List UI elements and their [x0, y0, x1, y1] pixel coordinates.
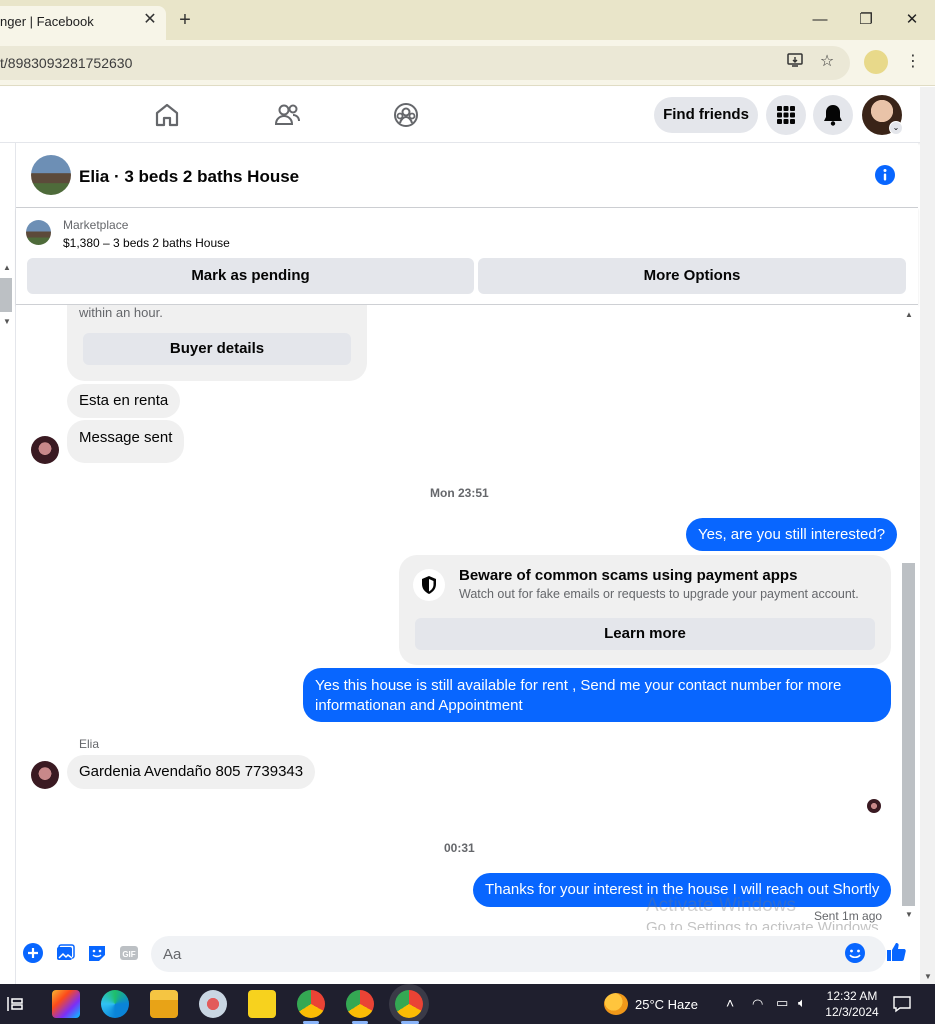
clock-time: 12:32 AM: [826, 989, 878, 1003]
chevron-up-icon[interactable]: ˄: [726, 995, 734, 1011]
scroll-down-icon[interactable]: ▼: [902, 910, 916, 920]
install-app-icon[interactable]: [784, 51, 806, 73]
new-tab-icon[interactable]: +: [174, 9, 196, 31]
buyer-info-card: within an hour. Buyer details: [67, 305, 367, 381]
weather-text[interactable]: 25°C Haze: [635, 997, 698, 1012]
sender-name: Elia: [79, 737, 100, 751]
message-composer: GIF: [16, 930, 918, 984]
sticky-notes-icon[interactable]: [248, 990, 276, 1018]
learn-more-button[interactable]: Learn more: [415, 618, 875, 650]
conversation-avatar[interactable]: [31, 155, 71, 195]
sender-avatar[interactable]: [31, 436, 59, 464]
sent-status: Sent 1m ago: [814, 909, 883, 923]
sticker-icon[interactable]: [86, 942, 108, 964]
info-icon[interactable]: [874, 164, 896, 186]
sender-avatar[interactable]: [31, 761, 59, 789]
scroll-up-icon[interactable]: ▲: [902, 310, 916, 320]
marketplace-label: Marketplace: [63, 218, 129, 232]
home-icon[interactable]: [153, 101, 181, 129]
emoji-icon[interactable]: [844, 942, 866, 964]
buyer-details-button[interactable]: Buyer details: [83, 333, 351, 365]
scam-warning-title: Beware of common scams using payment app…: [459, 567, 798, 584]
shield-icon: [413, 569, 445, 601]
find-friends-button[interactable]: Find friends: [654, 97, 758, 133]
browser-profile-icon[interactable]: [864, 50, 888, 74]
chat-scrollbar-thumb[interactable]: [902, 563, 915, 906]
battery-icon[interactable]: ▭: [776, 995, 788, 1011]
taskbar-clock[interactable]: 12:32 AM 12/3/2024: [822, 988, 882, 1020]
listing-price-title[interactable]: $1,380 – 3 beds 2 baths House: [63, 236, 230, 250]
timestamp: 00:31: [444, 841, 475, 855]
photo-icon[interactable]: [54, 942, 76, 964]
notifications-button[interactable]: [813, 95, 853, 135]
left-scroll-down-icon[interactable]: ▼: [0, 317, 14, 327]
bookmark-star-icon[interactable]: ☆: [816, 51, 838, 73]
clock-date: 12/3/2024: [825, 1005, 879, 1019]
grid-icon: [777, 106, 795, 124]
address-bar[interactable]: t/8983093281752630: [0, 46, 850, 80]
message-outgoing: Yes this house is still available for re…: [303, 668, 891, 722]
mark-as-pending-button[interactable]: Mark as pending: [27, 258, 474, 294]
marketplace-listing-bar: Marketplace $1,380 – 3 beds 2 baths Hous…: [16, 208, 918, 305]
read-receipt-avatar: [867, 799, 881, 813]
listing-thumbnail[interactable]: [26, 220, 51, 245]
chrome-icon[interactable]: [346, 990, 374, 1018]
plus-icon[interactable]: [22, 942, 44, 964]
chrome-icon[interactable]: [395, 990, 423, 1018]
left-panel-edge: ▲ ▼: [0, 143, 16, 984]
browser-tab[interactable]: nger | Facebook ✕: [0, 6, 166, 40]
browser-toolbar: t/8983093281752630 ☆ ⋮: [0, 40, 935, 86]
conversation-header: Elia · 3 beds 2 baths House: [16, 143, 918, 208]
left-scroll-up-icon[interactable]: ▲: [0, 263, 14, 273]
browser-menu-icon[interactable]: ⋮: [902, 51, 924, 73]
conversation-title[interactable]: Elia · 3 beds 2 baths House: [79, 167, 299, 187]
weather-icon[interactable]: [604, 993, 628, 1015]
chrome-icon[interactable]: [297, 990, 325, 1018]
restore-icon[interactable]: ❐: [856, 10, 876, 30]
wifi-icon[interactable]: ◠: [752, 996, 763, 1012]
volume-icon[interactable]: 🔈︎: [798, 995, 806, 1011]
message-incoming: Esta en renta: [67, 384, 181, 418]
chevron-down-icon[interactable]: ⌄: [889, 121, 903, 135]
browser-tabstrip: nger | Facebook ✕ + — ❐ ✕: [0, 0, 935, 40]
tab-title: nger | Facebook: [0, 14, 94, 29]
message-input[interactable]: [151, 936, 886, 972]
paint-icon[interactable]: [199, 990, 227, 1018]
left-scrollbar-thumb[interactable]: [0, 278, 12, 312]
minimize-icon[interactable]: —: [810, 10, 830, 30]
menu-grid-button[interactable]: [766, 95, 806, 135]
friends-icon[interactable]: [273, 101, 301, 129]
scam-warning-card: Beware of common scams using payment app…: [399, 555, 891, 665]
message-incoming: Message sent: [67, 420, 185, 463]
groups-icon[interactable]: [392, 101, 420, 129]
copilot-icon[interactable]: [52, 990, 80, 1018]
message-outgoing: Yes, are you still interested?: [686, 518, 898, 551]
close-window-icon[interactable]: ✕: [902, 10, 922, 30]
tab-close-icon[interactable]: ✕: [140, 10, 160, 30]
gif-icon[interactable]: GIF: [118, 942, 140, 964]
thumbs-up-icon[interactable]: [884, 940, 908, 964]
windows-taskbar: 25°C Haze ˄ ◠ ▭ 🔈︎ 12:32 AM 12/3/2024: [0, 984, 935, 1024]
bell-icon: [824, 105, 842, 126]
svg-text:GIF: GIF: [122, 950, 135, 959]
file-explorer-icon[interactable]: [150, 990, 178, 1018]
page-scrollbar[interactable]: ▼: [920, 87, 935, 984]
task-view-icon[interactable]: [6, 994, 26, 1014]
facebook-header: Find friends ⌄: [0, 87, 935, 143]
scam-warning-subtitle: Watch out for fake emails or requests to…: [459, 587, 859, 601]
notification-center-icon[interactable]: [892, 994, 912, 1014]
page-scroll-down-icon[interactable]: ▼: [921, 972, 935, 982]
card-text: within an hour.: [79, 305, 163, 320]
more-options-button[interactable]: More Options: [478, 258, 906, 294]
url-text: t/8983093281752630: [0, 55, 133, 71]
activate-windows-watermark: Activate Windows: [646, 895, 796, 916]
timestamp: Mon 23:51: [430, 486, 489, 500]
message-incoming: Gardenia Avendaño 805 7739343: [67, 755, 316, 789]
edge-icon[interactable]: [101, 990, 129, 1018]
